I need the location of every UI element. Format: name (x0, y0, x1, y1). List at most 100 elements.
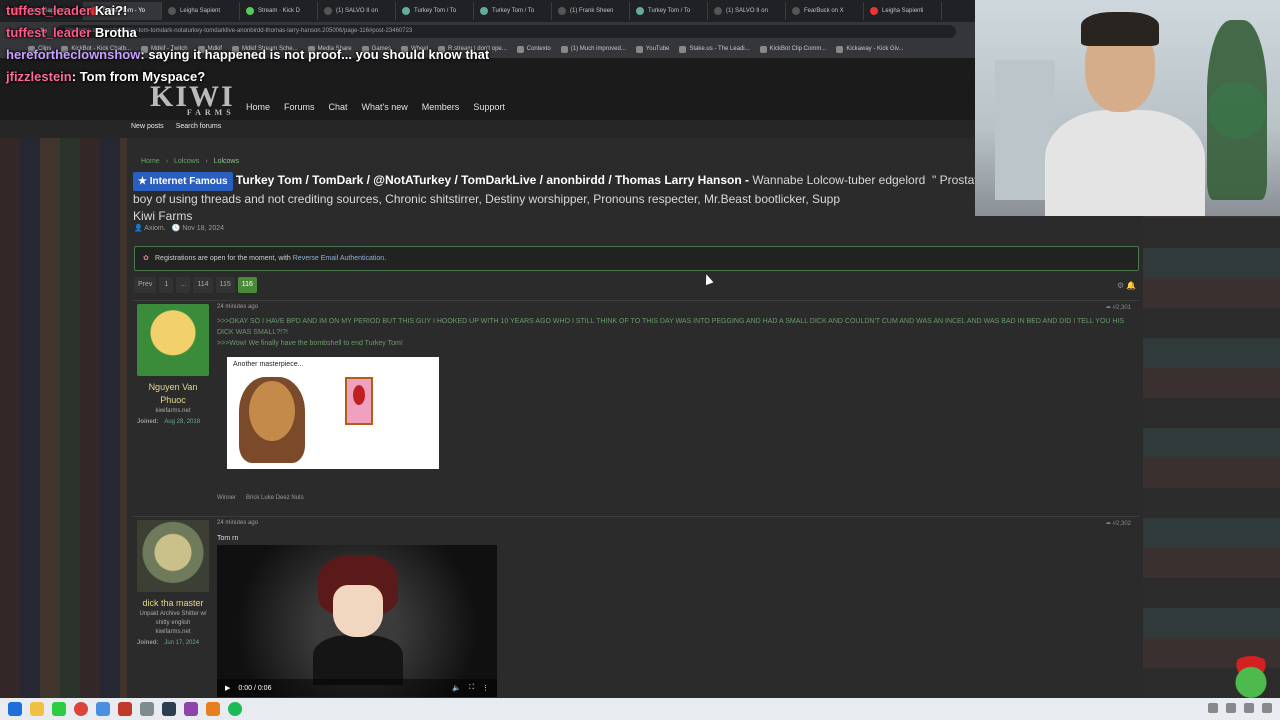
user-title: Unpaid Archive Shitter w/ shitty english (139, 611, 207, 626)
page-current[interactable]: 116 (237, 277, 257, 293)
registration-notice: ✿ Registrations are open for the moment,… (134, 246, 1139, 271)
avatar[interactable] (137, 304, 209, 376)
meme-image[interactable]: Another masterpiece... (227, 357, 439, 469)
tab-favicon-icon (792, 7, 800, 15)
breadcrumb-home[interactable]: Home (141, 158, 160, 165)
bookmark-item[interactable]: (1) Much improved... (560, 45, 626, 53)
webcam-overlay (975, 0, 1280, 216)
tab-label: Turkey Tom / To (492, 8, 535, 14)
breadcrumb-lolcows-2[interactable]: Lolcows (214, 158, 239, 165)
username[interactable]: dick tha master (137, 597, 209, 610)
thread-meta: 👤 Axiom. 🕓 Nov 18, 2024 (134, 224, 224, 232)
bookmark-icon (836, 45, 844, 53)
right-background-art (1143, 138, 1280, 698)
tab-label: (1) SALVO II on (726, 8, 768, 14)
post: dick tha master Unpaid Archive Shitter w… (133, 516, 1139, 698)
browser-tab[interactable]: Turkey Tom / To (396, 2, 474, 20)
notice-link[interactable]: Reverse Email Authentication (293, 255, 384, 262)
explorer-icon[interactable] (30, 702, 44, 716)
tray-icon[interactable] (1262, 703, 1272, 713)
bookmark-item[interactable]: Kickaway - Kick Giv... (836, 45, 904, 53)
browser-tab[interactable]: Leigha Sapienti (864, 2, 942, 20)
thread-tools-icon[interactable]: ⚙ 🔔 (1117, 281, 1136, 290)
nav-item-members[interactable]: Members (422, 102, 460, 112)
tab-label: (1) Frank Sheen (570, 8, 614, 14)
bookmark-icon (516, 45, 524, 53)
page-prev[interactable]: Prev (134, 277, 157, 293)
tab-favicon-icon (636, 7, 644, 15)
username[interactable]: Nguyen Van Phuoc (137, 381, 209, 407)
browser-tab[interactable]: FearBuck on X (786, 2, 864, 20)
user-site: kiwifarms.net (155, 629, 191, 635)
browser-tab[interactable]: (1) Frank Sheen (552, 2, 630, 20)
bookmark-item[interactable]: YouTube (635, 45, 669, 53)
bookmark-item[interactable]: Contexto (516, 45, 551, 53)
bookmark-item[interactable]: KickBot Clip Comm... (759, 45, 826, 53)
tab-favicon-icon (714, 7, 722, 15)
video-player[interactable]: ▶ 0:00 / 0:06 🔈 ⛶ ⋮ (217, 545, 497, 697)
tray-icon[interactable] (1208, 703, 1218, 713)
user-joined: Joined: Jun 17, 2024 (137, 640, 200, 646)
christmas-tree (1207, 20, 1267, 200)
video-thumbnail (313, 555, 403, 685)
breadcrumb-lolcows[interactable]: Lolcows (174, 158, 199, 165)
thread-title: ★ Internet Famous Turkey Tom / TomDark /… (133, 172, 1030, 223)
notice-icon: ✿ (143, 255, 149, 262)
meme-easel (345, 377, 373, 425)
post-user-info: Nguyen Van Phuoc kiwifarms.net Joined: Au… (137, 304, 209, 425)
subnav-item[interactable]: New posts (131, 123, 164, 130)
page-114[interactable]: 114 (193, 277, 213, 293)
app-icon[interactable] (96, 702, 110, 716)
page-115[interactable]: 115 (215, 277, 235, 293)
santa-frog-emote (1226, 656, 1276, 700)
chrome-icon[interactable] (74, 702, 88, 716)
left-background-art (0, 138, 127, 698)
post-number[interactable]: ➦ #2,302 (1106, 520, 1131, 527)
reaction-winner[interactable]: Winner (217, 495, 236, 501)
post-number[interactable]: ➦ #2,301 (1106, 304, 1131, 311)
app-icon[interactable] (140, 702, 154, 716)
tray-icon[interactable] (1226, 703, 1236, 713)
fullscreen-icon[interactable]: ⛶ (469, 684, 474, 692)
obs-icon[interactable] (52, 702, 66, 716)
thread-date: 🕓 Nov 18, 2024 (171, 225, 225, 232)
avatar[interactable] (137, 520, 209, 592)
post-body: 24 minutes ago Tom rn (217, 520, 1135, 542)
post-user-info: dick tha master Unpaid Archive Shitter w… (137, 520, 209, 646)
tab-favicon-icon (480, 7, 488, 15)
post-time[interactable]: 24 minutes ago (217, 304, 1135, 310)
video-controls: ▶ 0:00 / 0:06 🔈 ⛶ ⋮ (217, 679, 497, 697)
spotify-icon[interactable] (228, 702, 242, 716)
page-1[interactable]: 1 (159, 277, 174, 293)
thread-prefix-badge[interactable]: ★ Internet Famous (133, 172, 233, 191)
browser-tab[interactable]: (1) SALVO II on (708, 2, 786, 20)
thread-author[interactable]: 👤 Axiom. (134, 224, 166, 232)
tray-icon[interactable] (1244, 703, 1254, 713)
post: Nguyen Van Phuoc kiwifarms.net Joined: Au… (133, 300, 1139, 512)
bookmark-item[interactable]: Stake.us - The Leadi... (679, 45, 750, 53)
app-icon[interactable] (206, 702, 220, 716)
more-icon[interactable]: ⋮ (482, 684, 489, 692)
post-body: 24 minutes ago >>>OKAY SO I HAVE BPD AND… (217, 304, 1135, 349)
nav-item-support[interactable]: Support (473, 102, 505, 112)
reaction-brick[interactable]: Brick Luke Deez Nuts (246, 495, 304, 501)
tab-label: FearBuck on X (804, 8, 844, 14)
windows-start-icon[interactable] (8, 702, 22, 716)
app-icon[interactable] (162, 702, 176, 716)
post-time[interactable]: 24 minutes ago (217, 520, 1135, 526)
subnav-item[interactable]: Search forums (176, 123, 222, 130)
page-ellipsis[interactable]: ... (176, 277, 191, 293)
stream-chat-overlay: tuffest_leader Kai?! tuffest_leader Brot… (6, 0, 489, 120)
post-reactions[interactable]: Winner Brick Luke Deez Nuts (217, 495, 304, 501)
play-icon[interactable]: ▶ (225, 684, 230, 692)
app-icon[interactable] (118, 702, 132, 716)
greentext-quote: >>>OKAY SO I HAVE BPD AND IM ON MY PERIO… (217, 318, 1125, 347)
app-icon[interactable] (184, 702, 198, 716)
browser-tab[interactable]: Turkey Tom / To (474, 2, 552, 20)
pagination: Prev 1 ... 114 115 116 (134, 277, 257, 293)
bookmark-icon (635, 45, 643, 53)
tab-label: Turkey Tom / To (648, 8, 691, 14)
volume-icon[interactable]: 🔈 (452, 684, 461, 692)
browser-tab[interactable]: Turkey Tom / To (630, 2, 708, 20)
tab-favicon-icon (870, 7, 878, 15)
